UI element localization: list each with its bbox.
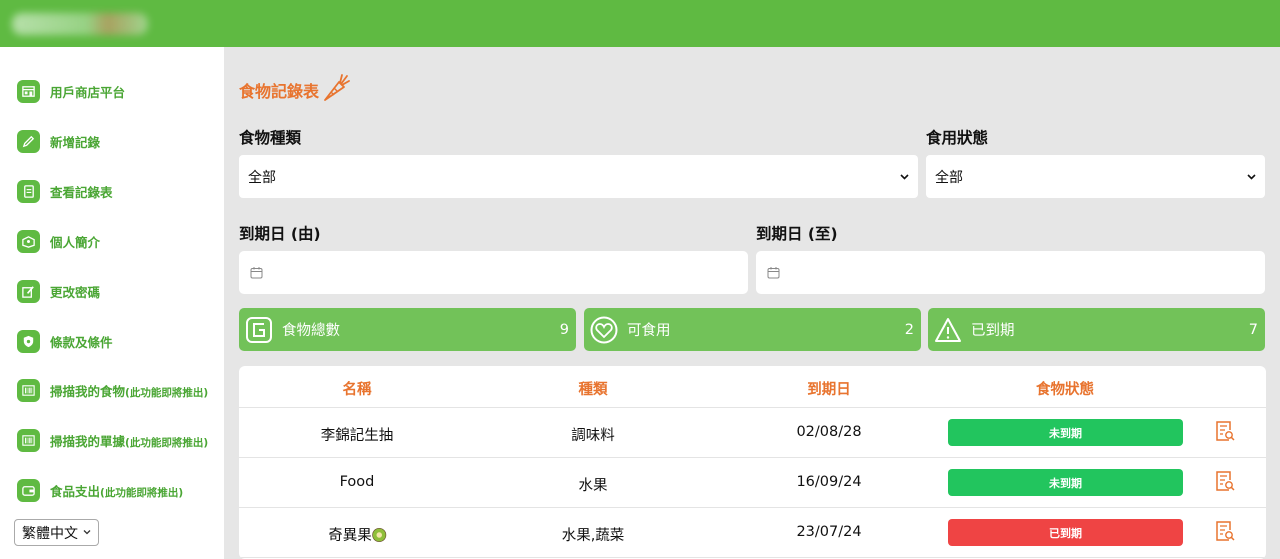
cell-type: 水果 — [578, 478, 608, 494]
sidebar-item-label: 條款及條件 — [50, 334, 113, 350]
status-badge: 未到期 — [948, 469, 1183, 496]
table-header: 名稱 種類 到期日 食物狀態 — [239, 366, 1266, 408]
cell-name: Food — [339, 474, 375, 490]
sidebar-item-label: 更改密碼 — [50, 284, 101, 300]
cell-expiry: 16/09/24 — [796, 474, 862, 490]
store-icon — [17, 79, 40, 103]
stat-label: 已到期 — [971, 323, 1015, 339]
view-detail-icon[interactable] — [1215, 520, 1235, 544]
view-detail-icon[interactable] — [1215, 420, 1235, 444]
wallet-icon — [17, 478, 40, 502]
sidebar-item-add-record[interactable]: 新增記錄 — [17, 127, 100, 155]
sidebar: 用戶商店平台 新增記錄 查看記錄表 個人簡介 更改密碼 條款及條件 掃描我的食物… — [0, 47, 224, 559]
sidebar-item-label: 新增記錄 — [50, 134, 101, 150]
status-badge: 未到期 — [948, 419, 1183, 446]
cell-type: 水果,蔬菜 — [561, 528, 625, 544]
column-header-name[interactable]: 名稱 — [343, 378, 372, 399]
page-title-text: 食物記錄表 — [239, 82, 320, 101]
table-row: 奇異果 水果,蔬菜 23/07/24 已到期 — [239, 508, 1266, 558]
date-from-label: 到期日 (由) — [239, 225, 321, 243]
stat-total-food[interactable]: 食物總數 9 — [239, 308, 576, 351]
top-bar — [0, 0, 1280, 47]
sidebar-item-view-records[interactable]: 查看記錄表 — [17, 177, 113, 205]
chevron-down-icon — [83, 530, 91, 535]
sidebar-item-food-expense[interactable]: 食品支出(此功能即將推出) — [17, 476, 183, 504]
view-detail-icon[interactable] — [1215, 470, 1235, 494]
stat-expired[interactable]: 已到期 7 — [928, 308, 1265, 351]
column-header-expiry[interactable]: 到期日 — [807, 378, 851, 399]
status-badge: 已到期 — [948, 519, 1183, 546]
document-icon — [17, 179, 40, 203]
language-value: 繁體中文 — [22, 525, 78, 542]
carrot-icon — [324, 74, 350, 101]
sidebar-item-profile[interactable]: 個人簡介 — [17, 227, 100, 255]
sidebar-item-scan-receipt[interactable]: 掃描我的單據(此功能即將推出) — [17, 426, 208, 454]
status-select[interactable]: 全部 — [926, 155, 1265, 198]
table-row: 李錦記生抽 調味料 02/08/28 未到期 — [239, 408, 1266, 458]
column-header-status[interactable]: 食物狀態 — [1036, 378, 1094, 399]
profile-box-icon — [17, 229, 40, 253]
app-logo[interactable] — [12, 13, 148, 35]
sidebar-item-label: 查看記錄表 — [50, 184, 113, 200]
cell-name: 李錦記生抽 — [320, 428, 394, 444]
stat-edible[interactable]: 可食用 2 — [584, 308, 921, 351]
language-select[interactable]: 繁體中文 — [14, 519, 99, 546]
food-type-label: 食物種類 — [239, 129, 302, 147]
pencil-icon — [17, 129, 40, 153]
table-row: Food 水果 16/09/24 未到期 — [239, 458, 1266, 508]
sidebar-item-terms[interactable]: 條款及條件 — [17, 327, 113, 355]
stat-label: 可食用 — [627, 323, 671, 339]
chevron-down-icon — [1247, 174, 1256, 180]
status-value: 全部 — [935, 169, 963, 186]
sidebar-item-label: 掃描我的單據(此功能即將推出) — [50, 433, 209, 449]
food-records-table: 名稱 種類 到期日 食物狀態 李錦記生抽 調味料 02/08/28 未到期 Fo… — [239, 366, 1266, 559]
main-content: 食物記錄表 食物種類 全部 食用狀態 全部 到期日 (由) 到期日 (至) 食物… — [224, 47, 1280, 559]
stat-count: 7 — [1248, 321, 1258, 338]
calendar-icon[interactable] — [767, 266, 780, 279]
calendar-icon[interactable] — [250, 266, 263, 279]
date-from-input[interactable] — [239, 251, 748, 294]
barcode-icon — [17, 428, 40, 452]
sidebar-item-label: 掃描我的食物(此功能即將推出) — [50, 383, 209, 399]
heart-icon — [590, 316, 618, 343]
status-label: 食用狀態 — [926, 129, 989, 147]
shield-icon — [17, 329, 40, 353]
food-type-select[interactable]: 全部 — [239, 155, 918, 198]
cell-name: 奇異果 — [328, 524, 386, 545]
kiwi-emoji-icon — [371, 528, 386, 542]
cell-type: 調味料 — [571, 428, 615, 444]
food-type-value: 全部 — [248, 169, 276, 186]
stat-label: 食物總數 — [282, 323, 340, 339]
date-to-label: 到期日 (至) — [756, 225, 838, 243]
stat-count: 9 — [559, 321, 569, 338]
chevron-down-icon — [900, 174, 909, 180]
date-to-input[interactable] — [756, 251, 1265, 294]
sidebar-item-label: 食品支出(此功能即將推出) — [50, 483, 184, 499]
food-box-icon — [246, 316, 272, 343]
page-title: 食物記錄表 — [239, 74, 351, 103]
cell-expiry: 23/07/24 — [796, 524, 862, 540]
sidebar-item-change-password[interactable]: 更改密碼 — [17, 277, 100, 305]
sidebar-item-label: 用戶商店平台 — [50, 84, 126, 100]
sidebar-item-scan-food[interactable]: 掃描我的食物(此功能即將推出) — [17, 376, 208, 404]
edit-password-icon — [17, 279, 40, 303]
stat-count: 2 — [904, 321, 914, 338]
warning-icon — [935, 317, 961, 342]
sidebar-item-label: 個人簡介 — [50, 234, 101, 250]
cell-expiry: 02/08/28 — [796, 424, 862, 440]
barcode-icon — [17, 378, 40, 402]
sidebar-item-store[interactable]: 用戶商店平台 — [17, 77, 125, 105]
column-header-type[interactable]: 種類 — [579, 378, 608, 399]
